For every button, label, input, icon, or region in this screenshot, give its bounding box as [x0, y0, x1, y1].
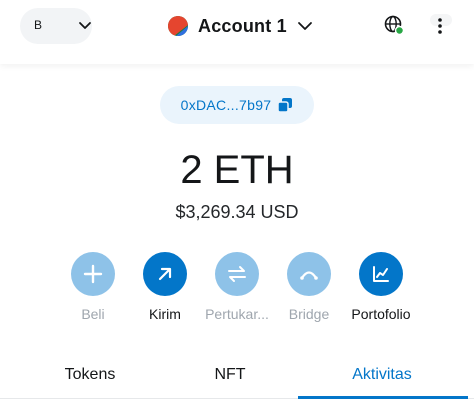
send-label: Kirim [149, 306, 181, 322]
send-button[interactable]: Kirim [130, 252, 200, 322]
chart-line-icon [359, 252, 403, 296]
account-address: 0xDAC...7b97 [180, 97, 272, 113]
swap-label: Pertukar... [205, 306, 269, 322]
chevron-down-icon [79, 22, 91, 29]
network-avatar: B [34, 18, 43, 32]
more-menu-icon[interactable] [430, 12, 450, 38]
arrow-up-right-icon [143, 252, 187, 296]
bridge-button[interactable]: Bridge [274, 252, 344, 322]
address-copy-button[interactable]: 0xDAC...7b97 [160, 86, 314, 124]
bridge-label: Bridge [288, 306, 330, 322]
buy-label: Beli [81, 306, 105, 322]
app-header: B Account 1 [0, 0, 474, 64]
connected-sites-globe-icon[interactable] [383, 14, 405, 36]
asset-tabs: Tokens NFT Aktivitas [0, 350, 474, 409]
swap-button[interactable]: Pertukar... [202, 252, 272, 322]
account-picker[interactable]: Account 1 [168, 12, 313, 40]
token-balance: 2 ETH [180, 148, 294, 192]
buy-button[interactable]: Beli [58, 252, 128, 322]
fiat-balance: $3,269.34 USD [175, 202, 299, 222]
wallet-actions: Beli Kirim Pertukar... Bridge Portofolio [58, 252, 418, 324]
plus-icon [71, 252, 115, 296]
account-avatar-icon [168, 16, 188, 36]
copy-icon [277, 98, 293, 113]
active-tab-indicator [298, 396, 468, 399]
tab-activity[interactable]: Aktivitas [292, 350, 472, 400]
account-name: Account 1 [198, 15, 287, 36]
portfolio-label: Portofolio [351, 306, 411, 322]
network-selector[interactable]: B [20, 8, 92, 44]
chevron-down-icon [297, 22, 312, 30]
swap-arrows-icon [215, 252, 259, 296]
portfolio-button[interactable]: Portofolio [346, 252, 416, 322]
bridge-icon [287, 252, 331, 296]
